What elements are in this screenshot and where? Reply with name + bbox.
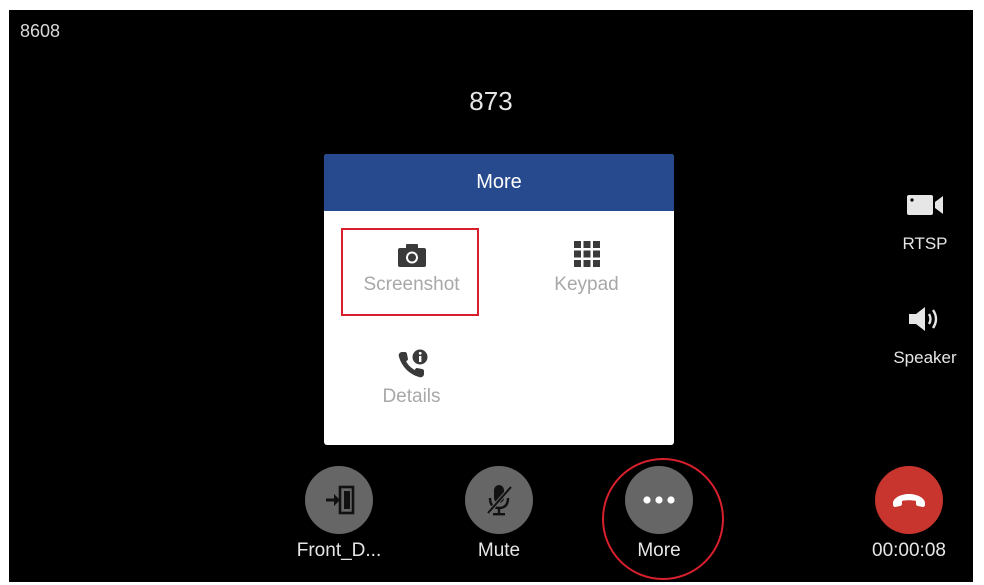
speaker-label: Speaker	[893, 348, 957, 367]
more-button[interactable]: More	[599, 466, 719, 562]
door-enter-icon	[326, 485, 355, 515]
front-door-label: Front_D...	[296, 540, 382, 561]
keypad-label: Keypad	[554, 274, 619, 295]
rtsp-button[interactable]: RTSP	[875, 188, 975, 254]
details-label: Details	[382, 386, 441, 407]
camera-icon	[397, 244, 426, 267]
speaker-icon	[909, 307, 938, 331]
call-screen: 8608 873 More Screenshot Keypad Details …	[9, 10, 973, 582]
remote-number: 873	[469, 86, 513, 116]
details-option[interactable]: Details	[324, 340, 499, 430]
keypad-icon	[573, 241, 600, 267]
call-details-icon	[398, 349, 427, 378]
rtsp-label: RTSP	[902, 234, 948, 253]
video-camera-icon	[907, 195, 943, 215]
mute-label: Mute	[477, 540, 521, 561]
more-dialog: More Screenshot Keypad Details	[324, 154, 674, 445]
more-dots-icon	[643, 496, 675, 504]
extension-label: 8608	[20, 21, 61, 41]
speaker-button[interactable]: Speaker	[875, 302, 975, 368]
keypad-option[interactable]: Keypad	[499, 228, 674, 318]
screenshot-label: Screenshot	[363, 274, 460, 295]
more-label: More	[637, 540, 681, 561]
call-timer: 00:00:08	[872, 540, 946, 561]
dialog-title: More	[324, 154, 674, 211]
front-door-button[interactable]: Front_D...	[279, 466, 399, 562]
hangup-icon	[893, 494, 925, 507]
screenshot-option[interactable]: Screenshot	[324, 228, 499, 318]
mute-button[interactable]: Mute	[439, 466, 559, 562]
mic-muted-icon	[486, 485, 513, 516]
hangup-button[interactable]: 00:00:08	[849, 466, 969, 562]
